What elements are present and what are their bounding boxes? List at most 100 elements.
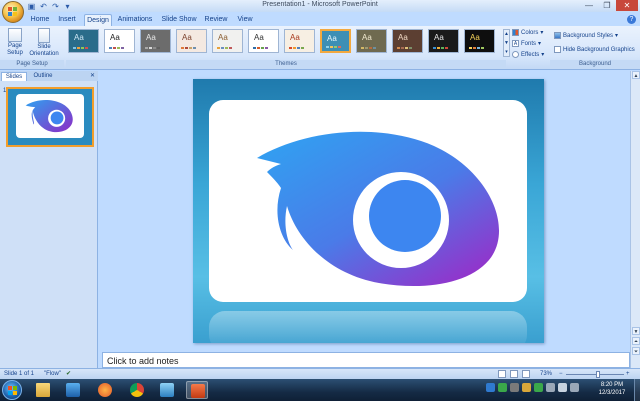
- theme-color-swatch: [153, 47, 156, 49]
- theme-thumbnail[interactable]: Aa: [176, 29, 207, 53]
- taskbar-chrome[interactable]: [126, 381, 148, 399]
- page-setup-group-label: Page Setup: [0, 60, 64, 69]
- theme-thumbnail[interactable]: Aa: [320, 29, 351, 53]
- clock-date: 12/3/2017: [598, 390, 626, 396]
- taskbar-explorer[interactable]: [32, 381, 54, 399]
- theme-effects-button[interactable]: Effects ▾: [512, 51, 544, 58]
- zoom-in-button[interactable]: +: [626, 370, 630, 379]
- tab-outline[interactable]: Outline: [29, 72, 57, 81]
- vertical-scrollbar[interactable]: ▲ ▼ ⏶ ⏷: [630, 71, 640, 368]
- tab-slides[interactable]: Slides: [1, 72, 27, 81]
- previous-slide-icon[interactable]: ⏶: [632, 337, 640, 345]
- theme-sample-text: Aa: [434, 33, 444, 42]
- tab-review[interactable]: Review: [203, 14, 229, 26]
- system-tray: [486, 383, 579, 392]
- slides-pane: Slides Outline ✕ 1: [0, 71, 98, 368]
- show-desktop-button[interactable]: [634, 379, 640, 401]
- taskbar-window-switcher[interactable]: [156, 381, 178, 399]
- background-group-label: Background: [550, 60, 640, 69]
- scroll-up-icon[interactable]: ▲: [632, 71, 640, 79]
- theme-color-swatch: [73, 47, 76, 49]
- themes-gallery-scroll[interactable]: ▲ ▼ ▾: [503, 29, 510, 57]
- next-slide-icon[interactable]: ⏷: [632, 347, 640, 355]
- theme-thumbnail[interactable]: Aa: [212, 29, 243, 53]
- theme-sample-text: Aa: [146, 33, 156, 42]
- theme-thumbnail[interactable]: Aa: [104, 29, 135, 53]
- slide-orientation-button[interactable]: Slide Orientation: [27, 28, 61, 58]
- network-icon[interactable]: [546, 383, 555, 392]
- theme-color-swatch: [481, 47, 484, 49]
- theme-color-swatch: [149, 47, 152, 49]
- ribbon-tabs: Home Insert Design Animations Slide Show…: [0, 12, 640, 26]
- theme-color-swatch: [293, 47, 296, 49]
- taskbar-app-2[interactable]: [62, 381, 84, 399]
- maximize-button[interactable]: ❐: [598, 0, 616, 11]
- theme-color-swatch: [193, 47, 196, 49]
- theme-thumbnail[interactable]: Aa: [68, 29, 99, 53]
- theme-color-swatch: [441, 47, 444, 49]
- normal-view-icon[interactable]: [498, 370, 506, 378]
- start-button[interactable]: [2, 380, 22, 400]
- tab-view[interactable]: View: [234, 14, 256, 26]
- bluetooth-icon[interactable]: [486, 383, 495, 392]
- tab-insert[interactable]: Insert: [55, 14, 79, 26]
- eye-logo-icon[interactable]: [209, 100, 527, 302]
- tray-app-icon[interactable]: [510, 383, 519, 392]
- close-icon[interactable]: ✕: [90, 72, 95, 79]
- tab-home[interactable]: Home: [28, 14, 52, 26]
- theme-color-swatch: [401, 47, 404, 49]
- tab-animations[interactable]: Animations: [116, 14, 154, 26]
- theme-color-swatch: [437, 47, 440, 49]
- theme-thumbnail[interactable]: Aa: [356, 29, 387, 53]
- theme-colors-label: Colors: [521, 29, 539, 36]
- theme-color-swatch: [189, 47, 192, 49]
- theme-thumbnail[interactable]: Aa: [284, 29, 315, 53]
- window-switcher-icon: [160, 383, 174, 397]
- slide-canvas[interactable]: [193, 79, 544, 343]
- tray-app-icon[interactable]: [498, 383, 507, 392]
- slide-sorter-icon[interactable]: [510, 370, 518, 378]
- theme-color-swatch: [301, 47, 304, 49]
- help-icon[interactable]: ?: [627, 15, 636, 24]
- theme-fonts-button[interactable]: A Fonts ▾: [512, 40, 541, 47]
- tab-slide-show[interactable]: Slide Show: [160, 14, 198, 26]
- page-setup-button[interactable]: Page Setup: [4, 28, 26, 57]
- taskbar-powerpoint[interactable]: [186, 381, 208, 399]
- theme-color-swatch: [145, 47, 148, 49]
- theme-color-swatch: [473, 47, 476, 49]
- media-player-icon: [98, 383, 112, 397]
- battery-icon[interactable]: [534, 383, 543, 392]
- theme-thumbnail[interactable]: Aa: [464, 29, 495, 53]
- hide-background-graphics-checkbox[interactable]: Hide Background Graphics: [554, 46, 635, 53]
- scroll-down-icon[interactable]: ▼: [632, 327, 640, 335]
- theme-thumbnail[interactable]: Aa: [140, 29, 171, 53]
- volume-icon[interactable]: [558, 383, 567, 392]
- theme-sample-text: Aa: [290, 33, 300, 42]
- theme-sample-text: Aa: [327, 34, 337, 43]
- slide-thumbnail[interactable]: [6, 87, 94, 147]
- close-button[interactable]: ✕: [616, 0, 638, 11]
- flag-icon[interactable]: [570, 383, 579, 392]
- minimize-button[interactable]: —: [580, 0, 598, 11]
- theme-thumbnail[interactable]: Aa: [428, 29, 459, 53]
- slide-show-icon[interactable]: [522, 370, 530, 378]
- spell-check-icon[interactable]: ✔: [66, 370, 71, 379]
- theme-colors-button[interactable]: Colors ▾: [512, 29, 543, 36]
- zoom-level[interactable]: 73%: [540, 370, 552, 379]
- tray-app-icon[interactable]: [522, 383, 531, 392]
- ribbon-design: Page Setup Slide Orientation Page Setup …: [0, 26, 640, 70]
- office-button[interactable]: [2, 1, 24, 23]
- theme-thumbnail[interactable]: Aa: [248, 29, 279, 53]
- theme-color-swatch: [373, 47, 376, 49]
- background-styles-button[interactable]: Background Styles ▾: [554, 32, 618, 39]
- taskbar-media-player[interactable]: [94, 381, 116, 399]
- zoom-out-button[interactable]: −: [559, 370, 563, 379]
- clock[interactable]: 8:20 PM 12/3/2017: [594, 381, 630, 397]
- zoom-slider-knob[interactable]: [595, 371, 600, 378]
- theme-thumbnail[interactable]: Aa: [392, 29, 423, 53]
- theme-effects-label: Effects: [521, 51, 540, 58]
- tab-design[interactable]: Design: [84, 14, 112, 26]
- theme-color-swatches: [181, 47, 196, 49]
- notes-pane[interactable]: Click to add notes: [102, 352, 630, 368]
- theme-color-swatch: [217, 47, 220, 49]
